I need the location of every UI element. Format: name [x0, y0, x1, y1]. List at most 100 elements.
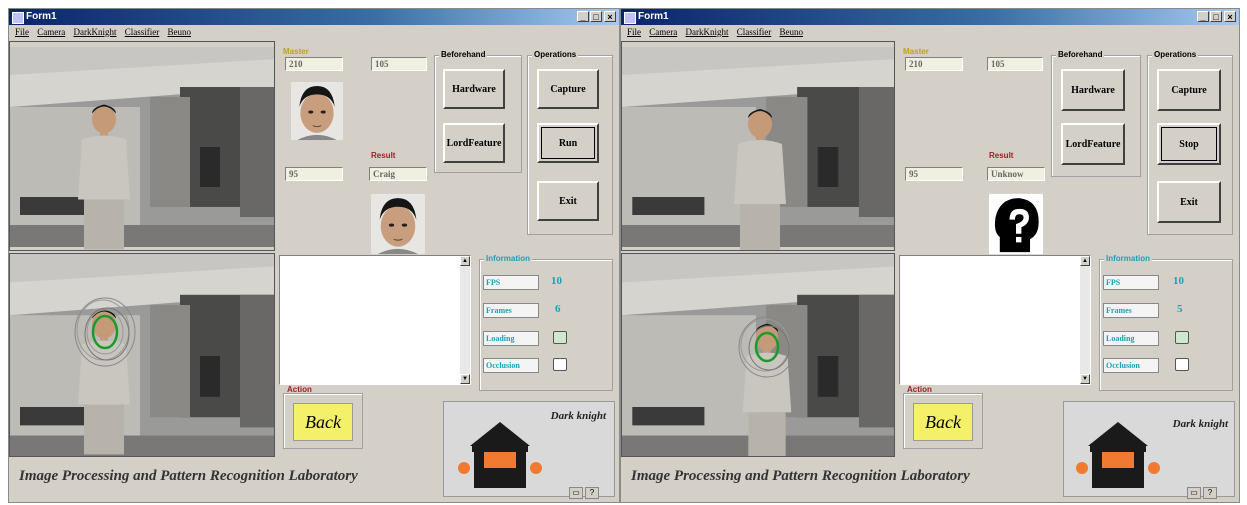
menu-beuno[interactable]: Beuno — [168, 27, 192, 37]
beforehand-title: Beforehand — [1056, 50, 1105, 59]
beforehand-title: Beforehand — [439, 50, 488, 59]
printer-icon[interactable]: ▭ — [569, 487, 583, 499]
occlusion-label: Occlusion — [483, 358, 539, 373]
menu-classifier[interactable]: Classifier — [125, 27, 160, 37]
scroll-down-icon[interactable]: ▼ — [460, 374, 470, 384]
close-button[interactable]: × — [604, 11, 616, 22]
loading-checkbox[interactable] — [1175, 331, 1189, 344]
master-value-1: 210 — [285, 57, 343, 71]
load-feature-button[interactable]: LordFeature — [1061, 123, 1125, 165]
back-button[interactable]: Back — [293, 403, 353, 441]
robot-panel: Dark knight — [1063, 401, 1235, 497]
minimize-button[interactable]: _ — [577, 11, 589, 22]
dark-knight-robot-icon — [1068, 416, 1168, 496]
maximize-button[interactable]: □ — [590, 11, 602, 22]
live-video-top — [621, 41, 895, 251]
operations-title: Operations — [1152, 50, 1199, 59]
master-title: Master — [281, 47, 311, 56]
capture-button[interactable]: Capture — [537, 69, 599, 109]
dark-knight-robot-icon — [450, 416, 550, 496]
occlusion-checkbox[interactable] — [553, 358, 567, 371]
occlusion-label: Occlusion — [1103, 358, 1159, 373]
app-window-1: Form1 _ □ × File Camera DarkKnight Class… — [8, 8, 620, 503]
result-title: Result — [369, 151, 398, 160]
hardware-button[interactable]: Hardware — [443, 69, 505, 109]
person-figure — [730, 104, 790, 251]
person-figure — [74, 97, 134, 251]
master-value-2: 105 — [371, 57, 427, 71]
frames-value: 6 — [555, 303, 561, 315]
app-icon — [624, 12, 636, 24]
menu-file[interactable]: File — [15, 27, 29, 37]
loading-label: Loading — [1103, 331, 1159, 346]
robot-panel: Dark knight — [443, 401, 615, 497]
menu-bar: File Camera DarkKnight Classifier Beuno — [621, 25, 1239, 39]
master-title: Master — [901, 47, 931, 56]
vertical-scrollbar[interactable]: ▲ ▼ — [1080, 256, 1090, 384]
master-value-1: 210 — [905, 57, 963, 71]
scroll-down-icon[interactable]: ▼ — [1080, 374, 1090, 384]
menu-darkknight[interactable]: DarkKnight — [74, 27, 117, 37]
help-icon[interactable]: ? — [585, 487, 599, 499]
master-value-3: 95 — [285, 167, 343, 181]
menu-camera[interactable]: Camera — [37, 27, 65, 37]
stop-button[interactable]: Stop — [1157, 123, 1221, 165]
operations-title: Operations — [532, 50, 579, 59]
title-bar[interactable]: Form1 _ □ × — [9, 9, 619, 25]
frames-label: Frames — [1103, 303, 1159, 318]
information-title: Information — [484, 254, 532, 263]
loading-label: Loading — [483, 331, 539, 346]
printer-icon[interactable]: ▭ — [1187, 487, 1201, 499]
exit-button[interactable]: Exit — [1157, 181, 1221, 223]
menu-classifier[interactable]: Classifier — [737, 27, 772, 37]
lab-footer: Image Processing and Pattern Recognition… — [19, 468, 358, 484]
robot-label: Dark knight — [1172, 418, 1228, 430]
robot-label: Dark knight — [550, 410, 606, 422]
app-window-2: Form1 _ □ × File Camera DarkKnight Class… — [620, 8, 1240, 503]
menu-bar: File Camera DarkKnight Classifier Beuno — [9, 25, 619, 39]
unknown-face-question-icon — [989, 193, 1043, 255]
result-value: Craig — [369, 167, 427, 181]
maximize-button[interactable]: □ — [1210, 11, 1222, 22]
exit-button[interactable]: Exit — [537, 181, 599, 221]
window-title: Form1 — [638, 11, 669, 22]
result-face-image — [371, 193, 425, 255]
loading-checkbox[interactable] — [553, 331, 567, 344]
log-textarea[interactable]: ▲ ▼ — [279, 255, 471, 385]
menu-camera[interactable]: Camera — [649, 27, 677, 37]
face-detection-overlay — [738, 316, 796, 378]
face-detection-overlay — [74, 297, 136, 367]
back-button[interactable]: Back — [913, 403, 973, 441]
log-textarea[interactable]: ▲ ▼ — [899, 255, 1091, 385]
minimize-button[interactable]: _ — [1197, 11, 1209, 22]
menu-beuno[interactable]: Beuno — [780, 27, 804, 37]
frames-value: 5 — [1177, 303, 1183, 315]
live-video-top — [9, 41, 275, 251]
load-feature-button[interactable]: LordFeature — [443, 123, 505, 163]
scroll-up-icon[interactable]: ▲ — [460, 256, 470, 266]
menu-file[interactable]: File — [627, 27, 641, 37]
occlusion-checkbox[interactable] — [1175, 358, 1189, 371]
detection-video-bottom — [621, 253, 895, 457]
help-icon[interactable]: ? — [1203, 487, 1217, 499]
fps-label: FPS — [483, 275, 539, 290]
title-bar[interactable]: Form1 _ □ × — [621, 9, 1239, 25]
fps-value: 10 — [1173, 275, 1184, 287]
frames-label: Frames — [483, 303, 539, 318]
information-title: Information — [1104, 254, 1152, 263]
master-value-3: 95 — [905, 167, 963, 181]
vertical-scrollbar[interactable]: ▲ ▼ — [460, 256, 470, 384]
fps-value: 10 — [551, 275, 562, 287]
close-button[interactable]: × — [1224, 11, 1236, 22]
result-value: Unknow — [987, 167, 1045, 181]
master-value-2: 105 — [987, 57, 1043, 71]
capture-button[interactable]: Capture — [1157, 69, 1221, 111]
app-icon — [12, 12, 24, 24]
run-button[interactable]: Run — [537, 123, 599, 163]
window-title: Form1 — [26, 11, 57, 22]
detection-video-bottom — [9, 253, 275, 457]
master-face-image — [291, 81, 343, 141]
menu-darkknight[interactable]: DarkKnight — [686, 27, 729, 37]
scroll-up-icon[interactable]: ▲ — [1080, 256, 1090, 266]
hardware-button[interactable]: Hardware — [1061, 69, 1125, 111]
